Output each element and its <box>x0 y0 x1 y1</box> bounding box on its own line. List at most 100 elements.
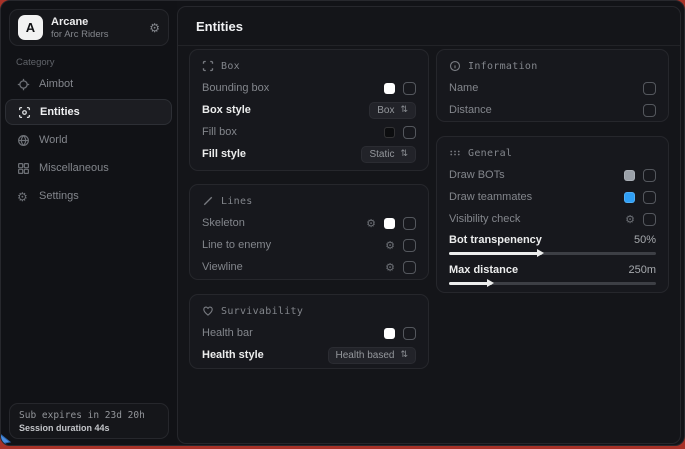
scan-eye-icon <box>18 106 31 119</box>
sidebar-item-settings[interactable]: ⚙ Settings <box>5 183 172 209</box>
setting-label: Max distance <box>449 264 628 276</box>
sidebar-nav: Aimbot Entities World <box>5 71 172 209</box>
gear-icon: ⚙ <box>17 190 30 203</box>
color-swatch[interactable] <box>384 218 395 229</box>
fill-style-dropdown[interactable]: Static ⇅ <box>361 146 416 163</box>
slider-fill <box>449 252 542 255</box>
panel-lines-header: Lines <box>202 193 416 209</box>
category-label: Category <box>16 57 55 68</box>
setting-label: Health style <box>202 349 328 361</box>
bounding-box-icon <box>202 60 214 72</box>
gear-icon[interactable]: ⚙ <box>366 218 376 229</box>
checkbox[interactable] <box>643 213 656 226</box>
sidebar-item-aimbot[interactable]: Aimbot <box>5 71 172 97</box>
setting-row-skeleton: Skeleton ⚙ <box>202 212 416 234</box>
slider-thumb[interactable] <box>537 249 544 257</box>
gear-icon[interactable]: ⚙ <box>625 214 635 225</box>
panel-box-header: Box <box>202 58 416 74</box>
checkbox[interactable] <box>403 217 416 230</box>
color-swatch[interactable] <box>384 328 395 339</box>
sidebar-item-label: Miscellaneous <box>39 162 109 174</box>
setting-row-bounding-box: Bounding box <box>202 77 416 99</box>
setting-row-box-style: Box style Box ⇅ <box>202 99 416 121</box>
sidebar-item-label: Entities <box>40 106 80 118</box>
panel-title: Lines <box>221 196 253 207</box>
setting-row-health-style: Health style Health based ⇅ <box>202 344 416 366</box>
slider-fill <box>449 282 492 285</box>
setting-row-viewline: Viewline ⚙ <box>202 256 416 278</box>
color-swatch[interactable] <box>624 170 635 181</box>
dropdown-value: Health based <box>336 350 395 361</box>
setting-label: Health bar <box>202 327 384 339</box>
panel-title: General <box>468 148 512 159</box>
checkbox[interactable] <box>403 126 416 139</box>
sidebar-item-world[interactable]: World <box>5 127 172 153</box>
sub-expires-text: Sub expires in 23d 20h <box>19 409 159 422</box>
panel-general-header: General <box>449 145 656 161</box>
setting-label: Draw BOTs <box>449 169 624 181</box>
health-style-dropdown[interactable]: Health based ⇅ <box>328 347 416 364</box>
box-style-dropdown[interactable]: Box ⇅ <box>369 102 416 119</box>
setting-label: Name <box>449 82 643 94</box>
panel-title: Information <box>468 61 538 72</box>
slider-thumb[interactable] <box>487 279 494 287</box>
setting-label: Fill style <box>202 148 361 160</box>
page-title: Entities <box>196 19 243 34</box>
sidebar: A Arcane for Arc Riders ⚙ Category Aimbo… <box>1 1 177 445</box>
gear-icon[interactable]: ⚙ <box>385 262 395 273</box>
sidebar-item-label: World <box>39 134 68 146</box>
chevron-up-down-icon: ⇅ <box>400 149 408 159</box>
max-distance-slider[interactable] <box>449 282 656 285</box>
checkbox[interactable] <box>403 82 416 95</box>
brand-gear-icon[interactable]: ⚙ <box>149 21 160 35</box>
sidebar-item-miscellaneous[interactable]: Miscellaneous <box>5 155 172 181</box>
subscription-card: Sub expires in 23d 20h Session duration … <box>9 403 169 439</box>
setting-label: Box style <box>202 104 369 116</box>
globe-icon <box>17 134 30 147</box>
gear-icon[interactable]: ⚙ <box>385 240 395 251</box>
setting-row-draw-teammates: Draw teammates <box>449 186 656 208</box>
line-icon <box>202 195 214 207</box>
setting-row-visibility-check: Visibility check ⚙ <box>449 208 656 230</box>
setting-label: Draw teammates <box>449 191 624 203</box>
mouse-cursor <box>0 433 12 446</box>
checkbox[interactable] <box>643 169 656 182</box>
setting-row-name: Name <box>449 77 656 99</box>
setting-label: Line to enemy <box>202 239 385 251</box>
sidebar-item-entities[interactable]: Entities <box>5 99 172 125</box>
checkbox[interactable] <box>643 82 656 95</box>
checkbox[interactable] <box>403 261 416 274</box>
chevron-up-down-icon: ⇅ <box>400 105 408 115</box>
info-icon <box>449 60 461 72</box>
setting-row-line-to-enemy: Line to enemy ⚙ <box>202 234 416 256</box>
panel-information-header: Information <box>449 58 656 74</box>
brand-subtitle: for Arc Riders <box>51 29 149 40</box>
checkbox[interactable] <box>403 239 416 252</box>
setting-label: Skeleton <box>202 217 366 229</box>
setting-row-draw-bots: Draw BOTs <box>449 164 656 186</box>
sidebar-item-label: Settings <box>39 190 79 202</box>
setting-row-distance: Distance <box>449 99 656 121</box>
brand-card: A Arcane for Arc Riders ⚙ <box>9 9 169 46</box>
panel-lines: Lines Skeleton ⚙ Line to enemy ⚙ Viewlin… <box>189 184 429 280</box>
sidebar-item-label: Aimbot <box>39 78 73 90</box>
checkbox[interactable] <box>643 191 656 204</box>
color-swatch[interactable] <box>624 192 635 203</box>
chevron-up-down-icon: ⇅ <box>400 350 408 360</box>
main-content: Entities Box Bounding box Box st <box>177 6 681 444</box>
color-swatch[interactable] <box>384 83 395 94</box>
setting-label: Distance <box>449 104 643 116</box>
checkbox[interactable] <box>643 104 656 117</box>
heart-icon <box>202 305 214 317</box>
desktop: { "colors": { "desktop_red": "#a83228", … <box>0 0 685 449</box>
color-swatch[interactable] <box>384 127 395 138</box>
setting-label: Bot transpenency <box>449 234 634 246</box>
panel-survivability: Survivability Health bar Health style He… <box>189 294 429 369</box>
slider-value: 250m <box>628 264 656 276</box>
checkbox[interactable] <box>403 327 416 340</box>
brand-avatar: A <box>18 15 43 40</box>
slider-label-row: Max distance 250m <box>449 261 656 278</box>
bot-transparency-slider[interactable] <box>449 252 656 255</box>
grid-icon <box>17 162 30 175</box>
setting-label: Viewline <box>202 261 385 273</box>
